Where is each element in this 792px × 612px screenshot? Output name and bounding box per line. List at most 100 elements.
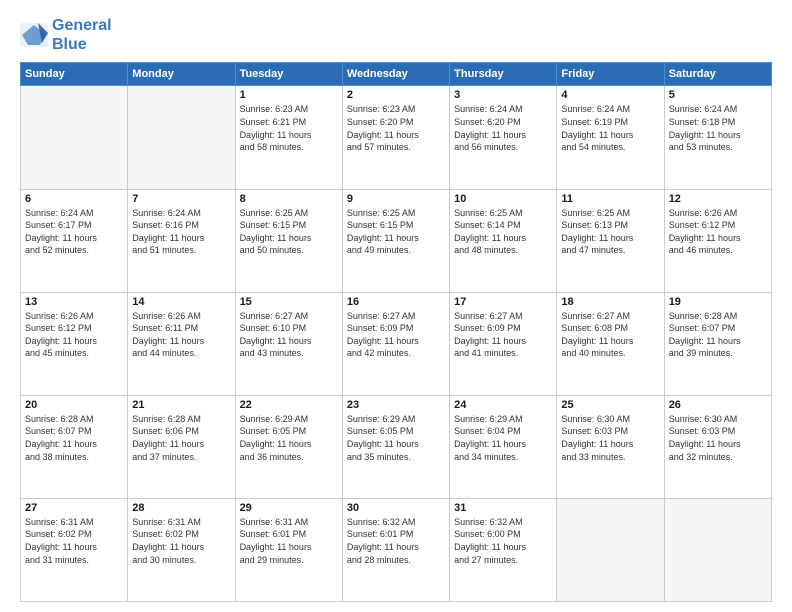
day-number: 21 (132, 399, 230, 411)
day-info: Sunrise: 6:32 AM Sunset: 6:00 PM Dayligh… (454, 516, 552, 566)
day-number: 12 (669, 193, 767, 205)
calendar-cell: 18 Sunrise: 6:27 AM Sunset: 6:08 PM Dayli… (557, 292, 664, 395)
calendar-cell: 29 Sunrise: 6:31 AM Sunset: 6:01 PM Dayli… (235, 498, 342, 601)
day-info: Sunrise: 6:32 AM Sunset: 6:01 PM Dayligh… (347, 516, 445, 566)
weekday-header-sunday: Sunday (21, 63, 128, 86)
calendar-cell: 4 Sunrise: 6:24 AM Sunset: 6:19 PM Daylig… (557, 86, 664, 189)
calendar-cell: 28 Sunrise: 6:31 AM Sunset: 6:02 PM Dayli… (128, 498, 235, 601)
weekday-header-saturday: Saturday (664, 63, 771, 86)
day-number: 16 (347, 296, 445, 308)
calendar-table: SundayMondayTuesdayWednesdayThursdayFrid… (20, 62, 772, 602)
calendar-week-3: 13 Sunrise: 6:26 AM Sunset: 6:12 PM Dayli… (21, 292, 772, 395)
calendar-cell: 19Sunrise: 6:28 AM Sunset: 6:07 PM Dayli… (664, 292, 771, 395)
day-number: 1 (240, 89, 338, 101)
calendar-cell: 2 Sunrise: 6:23 AM Sunset: 6:20 PM Daylig… (342, 86, 449, 189)
calendar-cell: 20Sunrise: 6:28 AM Sunset: 6:07 PM Dayli… (21, 395, 128, 498)
day-number: 14 (132, 296, 230, 308)
day-number: 26 (669, 399, 767, 411)
day-number: 28 (132, 502, 230, 514)
page: General Blue SundayMondayTuesdayWednesda… (0, 0, 792, 612)
weekday-header-tuesday: Tuesday (235, 63, 342, 86)
day-number: 30 (347, 502, 445, 514)
day-info: Sunrise: 6:27 AM Sunset: 6:08 PM Dayligh… (561, 310, 659, 360)
day-number: 24 (454, 399, 552, 411)
calendar-cell: 15Sunrise: 6:27 AM Sunset: 6:10 PM Dayli… (235, 292, 342, 395)
day-info: Sunrise: 6:30 AM Sunset: 6:03 PM Dayligh… (669, 413, 767, 463)
day-info: Sunrise: 6:29 AM Sunset: 6:05 PM Dayligh… (240, 413, 338, 463)
day-info: Sunrise: 6:27 AM Sunset: 6:09 PM Dayligh… (454, 310, 552, 360)
day-number: 15 (240, 296, 338, 308)
weekday-header-wednesday: Wednesday (342, 63, 449, 86)
calendar-cell: 25 Sunrise: 6:30 AM Sunset: 6:03 PM Dayli… (557, 395, 664, 498)
day-info: Sunrise: 6:23 AM Sunset: 6:21 PM Dayligh… (240, 103, 338, 153)
day-number: 27 (25, 502, 123, 514)
calendar-cell (557, 498, 664, 601)
calendar-cell: 26 Sunrise: 6:30 AM Sunset: 6:03 PM Dayli… (664, 395, 771, 498)
day-number: 22 (240, 399, 338, 411)
day-info: Sunrise: 6:25 AM Sunset: 6:13 PM Dayligh… (561, 207, 659, 257)
day-number: 18 (561, 296, 659, 308)
day-info: Sunrise: 6:28 AM Sunset: 6:07 PM Dayligh… (25, 413, 123, 463)
day-info: Sunrise: 6:28 AM Sunset: 6:06 PM Dayligh… (132, 413, 230, 463)
day-info: Sunrise: 6:24 AM Sunset: 6:19 PM Dayligh… (561, 103, 659, 153)
day-info: Sunrise: 6:24 AM Sunset: 6:18 PM Dayligh… (669, 103, 767, 153)
calendar-cell (128, 86, 235, 189)
day-info: Sunrise: 6:23 AM Sunset: 6:20 PM Dayligh… (347, 103, 445, 153)
day-info: Sunrise: 6:31 AM Sunset: 6:02 PM Dayligh… (132, 516, 230, 566)
calendar-cell: 31 Sunrise: 6:32 AM Sunset: 6:00 PM Dayli… (450, 498, 557, 601)
day-number: 4 (561, 89, 659, 101)
calendar-week-4: 20Sunrise: 6:28 AM Sunset: 6:07 PM Dayli… (21, 395, 772, 498)
calendar-cell: 12 Sunrise: 6:26 AM Sunset: 6:12 PM Dayli… (664, 189, 771, 292)
calendar-header-row: SundayMondayTuesdayWednesdayThursdayFrid… (21, 63, 772, 86)
day-info: Sunrise: 6:28 AM Sunset: 6:07 PM Dayligh… (669, 310, 767, 360)
calendar-cell (664, 498, 771, 601)
calendar-cell: 7Sunrise: 6:24 AM Sunset: 6:16 PM Daylig… (128, 189, 235, 292)
logo: General Blue (20, 16, 112, 54)
calendar-cell (21, 86, 128, 189)
day-number: 9 (347, 193, 445, 205)
day-info: Sunrise: 6:24 AM Sunset: 6:16 PM Dayligh… (132, 207, 230, 257)
calendar-cell: 23Sunrise: 6:29 AM Sunset: 6:05 PM Dayli… (342, 395, 449, 498)
day-number: 25 (561, 399, 659, 411)
calendar-cell: 21 Sunrise: 6:28 AM Sunset: 6:06 PM Dayli… (128, 395, 235, 498)
calendar-cell: 11 Sunrise: 6:25 AM Sunset: 6:13 PM Dayli… (557, 189, 664, 292)
calendar-body: 1 Sunrise: 6:23 AM Sunset: 6:21 PM Daylig… (21, 86, 772, 602)
calendar-cell: 10 Sunrise: 6:25 AM Sunset: 6:14 PM Dayli… (450, 189, 557, 292)
day-info: Sunrise: 6:30 AM Sunset: 6:03 PM Dayligh… (561, 413, 659, 463)
calendar-cell: 13 Sunrise: 6:26 AM Sunset: 6:12 PM Dayli… (21, 292, 128, 395)
day-info: Sunrise: 6:29 AM Sunset: 6:05 PM Dayligh… (347, 413, 445, 463)
day-number: 8 (240, 193, 338, 205)
weekday-header-monday: Monday (128, 63, 235, 86)
day-number: 29 (240, 502, 338, 514)
weekday-header-friday: Friday (557, 63, 664, 86)
day-info: Sunrise: 6:24 AM Sunset: 6:17 PM Dayligh… (25, 207, 123, 257)
calendar-cell: 22 Sunrise: 6:29 AM Sunset: 6:05 PM Dayli… (235, 395, 342, 498)
calendar-week-2: 6 Sunrise: 6:24 AM Sunset: 6:17 PM Daylig… (21, 189, 772, 292)
calendar-cell: 16 Sunrise: 6:27 AM Sunset: 6:09 PM Dayli… (342, 292, 449, 395)
calendar-cell: 30 Sunrise: 6:32 AM Sunset: 6:01 PM Dayli… (342, 498, 449, 601)
logo-icon (20, 23, 48, 47)
day-info: Sunrise: 6:29 AM Sunset: 6:04 PM Dayligh… (454, 413, 552, 463)
logo-text: General Blue (52, 16, 112, 54)
day-info: Sunrise: 6:26 AM Sunset: 6:12 PM Dayligh… (669, 207, 767, 257)
day-info: Sunrise: 6:26 AM Sunset: 6:12 PM Dayligh… (25, 310, 123, 360)
day-number: 11 (561, 193, 659, 205)
day-number: 31 (454, 502, 552, 514)
weekday-header-thursday: Thursday (450, 63, 557, 86)
day-number: 10 (454, 193, 552, 205)
day-info: Sunrise: 6:25 AM Sunset: 6:15 PM Dayligh… (240, 207, 338, 257)
calendar-cell: 6 Sunrise: 6:24 AM Sunset: 6:17 PM Daylig… (21, 189, 128, 292)
day-info: Sunrise: 6:25 AM Sunset: 6:15 PM Dayligh… (347, 207, 445, 257)
calendar-cell: 1 Sunrise: 6:23 AM Sunset: 6:21 PM Daylig… (235, 86, 342, 189)
calendar-week-5: 27 Sunrise: 6:31 AM Sunset: 6:02 PM Dayli… (21, 498, 772, 601)
day-number: 13 (25, 296, 123, 308)
day-info: Sunrise: 6:31 AM Sunset: 6:01 PM Dayligh… (240, 516, 338, 566)
calendar-cell: 14Sunrise: 6:26 AM Sunset: 6:11 PM Dayli… (128, 292, 235, 395)
day-number: 6 (25, 193, 123, 205)
day-number: 2 (347, 89, 445, 101)
day-number: 5 (669, 89, 767, 101)
day-info: Sunrise: 6:27 AM Sunset: 6:09 PM Dayligh… (347, 310, 445, 360)
day-info: Sunrise: 6:25 AM Sunset: 6:14 PM Dayligh… (454, 207, 552, 257)
calendar-cell: 8 Sunrise: 6:25 AM Sunset: 6:15 PM Daylig… (235, 189, 342, 292)
calendar-cell: 3Sunrise: 6:24 AM Sunset: 6:20 PM Daylig… (450, 86, 557, 189)
